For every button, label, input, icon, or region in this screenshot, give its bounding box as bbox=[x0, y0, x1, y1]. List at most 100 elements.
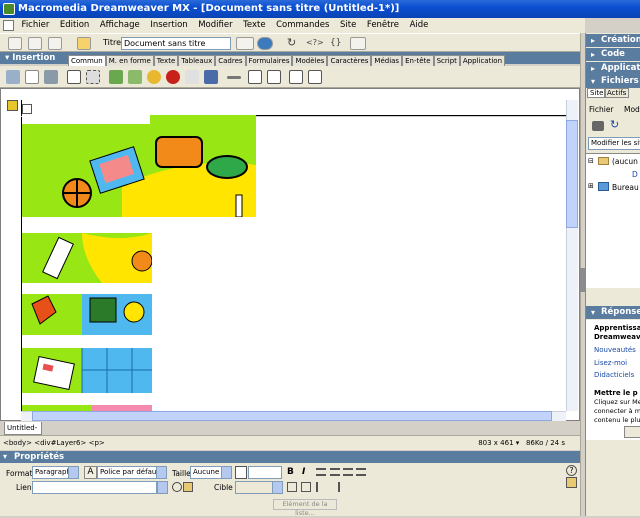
menu-modifier[interactable]: Modifier bbox=[194, 18, 236, 33]
page-title-input[interactable] bbox=[121, 37, 231, 50]
horizontal-rule-icon[interactable] bbox=[227, 76, 241, 79]
refresh-files-icon[interactable]: ↻ bbox=[610, 119, 619, 130]
link-nouveautes[interactable]: Nouveautés bbox=[594, 346, 636, 354]
panel-fichiers[interactable]: Fichiers bbox=[586, 75, 640, 88]
code-view-icon[interactable] bbox=[8, 37, 22, 50]
properties-panel-header[interactable]: Propriétés bbox=[0, 451, 580, 463]
menu-aide[interactable]: Aide bbox=[406, 18, 433, 33]
tab-application[interactable]: Application bbox=[459, 55, 506, 66]
preview-browser-icon[interactable] bbox=[257, 37, 273, 50]
flash-button-icon[interactable] bbox=[185, 70, 199, 84]
tab-en-tete[interactable]: En-tête bbox=[402, 55, 434, 66]
site-select[interactable]: Modifier les sit bbox=[588, 137, 640, 150]
email-link-icon[interactable] bbox=[25, 70, 39, 84]
menu-affichage[interactable]: Affichage bbox=[96, 18, 144, 33]
files-menu-modifier[interactable]: Modif bbox=[624, 105, 640, 114]
tab-commun[interactable]: Commun bbox=[68, 55, 106, 66]
tab-script[interactable]: Script bbox=[433, 55, 460, 66]
collapse-arrow-icon[interactable]: ▾ bbox=[3, 451, 7, 463]
menu-fenetre[interactable]: Fenêtre bbox=[363, 18, 403, 33]
tab-mise-en-forme[interactable]: M. en forme bbox=[105, 55, 154, 66]
image-icon[interactable] bbox=[109, 70, 123, 84]
tab-modeles[interactable]: Modèles bbox=[292, 55, 328, 66]
quick-tag-editor-icon[interactable] bbox=[566, 477, 577, 488]
text-color-input[interactable] bbox=[248, 466, 282, 479]
panel-reponses[interactable]: Réponses bbox=[586, 306, 640, 319]
code-navigation-icon[interactable]: {} bbox=[330, 37, 344, 50]
tab-formulaires[interactable]: Formulaires bbox=[245, 55, 293, 66]
horizontal-scroll-thumb[interactable] bbox=[32, 411, 552, 421]
tab-caracteres[interactable]: Caractères bbox=[327, 55, 372, 66]
tree-expander-icon[interactable]: ⊟ bbox=[588, 157, 594, 165]
ordered-list-icon[interactable] bbox=[301, 482, 311, 492]
menu-edition[interactable]: Edition bbox=[56, 18, 93, 33]
browse-folder-icon[interactable] bbox=[183, 482, 193, 492]
indent-icon[interactable] bbox=[330, 482, 340, 492]
connect-icon[interactable] bbox=[592, 121, 604, 131]
artwork-image-top[interactable] bbox=[22, 115, 256, 217]
live-data-icon[interactable] bbox=[77, 37, 91, 50]
document-icon[interactable] bbox=[3, 20, 14, 31]
size-select[interactable]: Aucune bbox=[190, 466, 232, 479]
link-didacticiels[interactable]: Didacticiels bbox=[594, 371, 634, 379]
outdent-icon[interactable] bbox=[316, 482, 326, 492]
align-right-icon[interactable] bbox=[343, 468, 353, 476]
view-options-icon[interactable] bbox=[350, 37, 366, 50]
tab-medias[interactable]: Médias bbox=[371, 55, 403, 66]
anchor-icon[interactable] bbox=[44, 70, 58, 84]
date-icon[interactable] bbox=[248, 70, 262, 84]
panel-creation[interactable]: Création bbox=[586, 34, 640, 47]
text-color-swatch[interactable] bbox=[235, 466, 247, 479]
format-select[interactable]: Paragraphe bbox=[32, 466, 79, 479]
menu-texte[interactable]: Texte bbox=[239, 18, 269, 33]
layer-marker-icon[interactable] bbox=[7, 100, 18, 111]
list-item-button[interactable]: Elément de la liste... bbox=[273, 499, 337, 517]
font-select[interactable]: Police par défaut bbox=[97, 466, 167, 479]
tabular-data-icon[interactable] bbox=[267, 70, 281, 84]
link-lisez-moi[interactable]: Lisez-moi bbox=[594, 359, 627, 367]
link-dropdown[interactable] bbox=[156, 481, 168, 494]
document-tab[interactable]: Untitled-1* bbox=[4, 422, 42, 444]
layer-handle-icon[interactable] bbox=[22, 104, 32, 114]
menu-insertion[interactable]: Insertion bbox=[146, 18, 191, 33]
menu-commandes[interactable]: Commandes bbox=[272, 18, 333, 33]
fireworks-html-icon[interactable] bbox=[147, 70, 161, 84]
help-icon[interactable]: ? bbox=[566, 465, 577, 476]
bold-button[interactable]: B bbox=[287, 467, 294, 477]
tab-texte[interactable]: Texte bbox=[153, 55, 179, 66]
files-menu-fichier[interactable]: Fichier bbox=[589, 105, 614, 114]
menu-site[interactable]: Site bbox=[336, 18, 360, 33]
refresh-icon[interactable]: ↻ bbox=[287, 37, 301, 50]
vertical-scroll-thumb[interactable] bbox=[566, 120, 578, 228]
design-view-icon[interactable] bbox=[48, 37, 62, 50]
point-to-file-icon[interactable] bbox=[172, 482, 182, 492]
italic-button[interactable]: I bbox=[302, 467, 305, 477]
css-style-icon[interactable]: A bbox=[84, 466, 97, 479]
tree-item-aucun[interactable]: (aucun bbox=[612, 157, 638, 166]
navigation-bar-icon[interactable] bbox=[204, 70, 218, 84]
update-button[interactable] bbox=[624, 426, 640, 438]
tag-selector[interactable]: <body> <div#Layer6> <p> bbox=[3, 439, 105, 447]
table-icon[interactable] bbox=[67, 70, 81, 84]
align-left-icon[interactable] bbox=[316, 468, 326, 476]
tree-item-bureau[interactable]: Bureau bbox=[612, 183, 639, 192]
tab-cadres[interactable]: Cadres bbox=[215, 55, 246, 66]
reference-icon[interactable]: <?> bbox=[306, 37, 324, 50]
flash-icon[interactable] bbox=[166, 70, 180, 84]
comment-icon[interactable] bbox=[289, 70, 303, 84]
file-management-icon[interactable] bbox=[236, 37, 254, 50]
menu-fichier[interactable]: Fichier bbox=[18, 18, 54, 33]
align-center-icon[interactable] bbox=[330, 468, 340, 476]
link-input[interactable] bbox=[32, 481, 157, 494]
unordered-list-icon[interactable] bbox=[287, 482, 297, 492]
artwork-image-3[interactable] bbox=[22, 294, 152, 335]
window-size[interactable]: 803 x 461 bbox=[478, 439, 513, 447]
tree-item-d[interactable]: D bbox=[632, 170, 638, 179]
panel-application[interactable]: Application bbox=[586, 62, 640, 75]
hyperlink-icon[interactable] bbox=[6, 70, 20, 84]
panel-code[interactable]: Code bbox=[586, 48, 640, 61]
split-view-icon[interactable] bbox=[28, 37, 42, 50]
artwork-image-2[interactable] bbox=[22, 233, 152, 283]
justify-icon[interactable] bbox=[356, 468, 366, 476]
rollover-image-icon[interactable] bbox=[128, 70, 142, 84]
